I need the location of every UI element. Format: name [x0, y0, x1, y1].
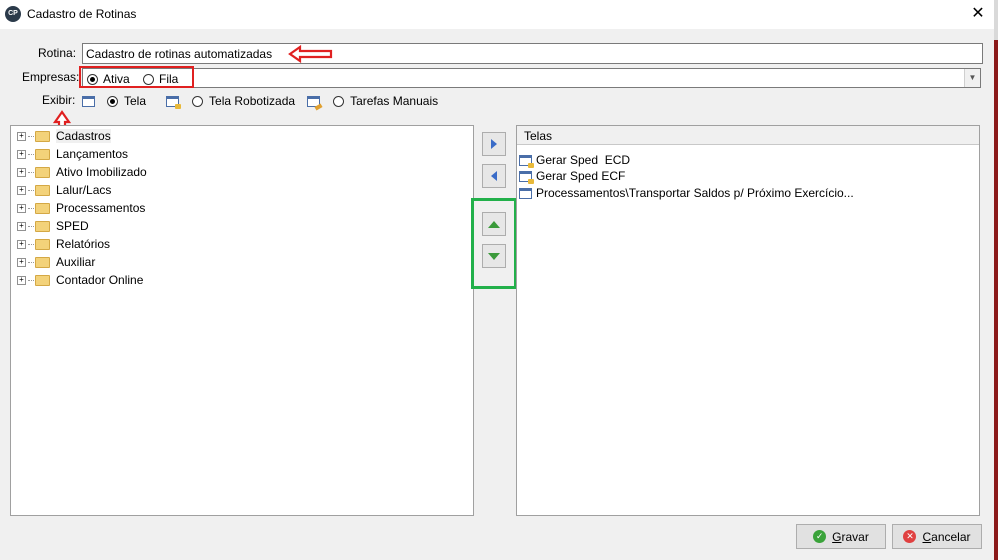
list-item[interactable]: Gerar Sped ECD — [519, 152, 630, 168]
checkmark-icon: ✓ — [813, 530, 827, 543]
tree-connector — [28, 261, 34, 263]
tree-item-label: SPED — [56, 219, 89, 233]
tree-item[interactable]: + Lalur/Lacs — [17, 181, 111, 199]
tree-item[interactable]: + Lançamentos — [17, 145, 128, 163]
folder-icon — [35, 130, 50, 142]
folder-icon — [35, 148, 50, 160]
cancel-mnemonic: C — [922, 529, 932, 544]
robot-window-icon — [519, 154, 534, 168]
tree-item-label: Auxiliar — [56, 255, 96, 269]
list-item-label: Gerar Sped ECF — [536, 169, 626, 183]
folder-icon — [35, 166, 50, 178]
expand-icon[interactable]: + — [17, 239, 26, 249]
remove-from-list-button[interactable] — [482, 164, 506, 188]
tree-connector — [28, 243, 34, 245]
save-rest: ravar — [841, 529, 869, 544]
tree-item-label: Lançamentos — [56, 147, 129, 161]
robot-window-icon — [519, 170, 534, 184]
tree-connector — [28, 135, 34, 137]
list-item[interactable]: Gerar Sped ECF — [519, 168, 625, 184]
cancel-icon: ✕ — [903, 530, 917, 543]
tree-item-label: Relatórios — [56, 237, 111, 251]
expand-icon[interactable]: + — [17, 167, 26, 177]
app-icon: CP — [5, 6, 21, 22]
close-button[interactable]: ✕ — [962, 0, 994, 29]
robot-window-icon — [166, 95, 182, 109]
radio-tela-label: Tela — [124, 94, 147, 108]
dropdown-chevron-icon[interactable]: ▼ — [964, 69, 980, 87]
rotina-input[interactable]: Cadastro de rotinas automatizadas — [82, 43, 983, 64]
expand-icon[interactable]: + — [17, 221, 26, 231]
folder-icon — [35, 220, 50, 232]
expand-icon[interactable]: + — [17, 149, 26, 159]
exibir-label: Exibir: — [42, 93, 76, 107]
expand-icon[interactable]: + — [17, 257, 26, 267]
cancel-button-label: Cancelar — [922, 530, 970, 544]
tree-item-label: Ativo Imobilizado — [56, 165, 147, 179]
radio-tela-button[interactable] — [107, 95, 118, 107]
save-button[interactable]: ✓ Gravar — [796, 524, 886, 549]
rotina-label: Rotina: — [38, 46, 77, 60]
expand-icon[interactable]: + — [17, 185, 26, 195]
folder-icon — [35, 238, 50, 250]
tree-item-label: Processamentos — [56, 201, 146, 215]
folder-icon — [35, 184, 50, 196]
list-header-label: Telas — [524, 129, 553, 143]
tree-connector — [28, 279, 34, 281]
cancel-rest: ancelar — [931, 529, 971, 544]
expand-icon[interactable]: + — [17, 203, 26, 213]
save-button-label: Gravar — [832, 530, 869, 544]
background-window-edge — [994, 40, 998, 560]
cancel-button[interactable]: ✕ Cancelar — [892, 524, 982, 549]
radio-tela-robotizada-button[interactable] — [192, 95, 204, 107]
tree-connector — [28, 225, 34, 227]
folder-icon — [35, 256, 50, 268]
tree-item-label: Lalur/Lacs — [56, 183, 112, 197]
arrow-right-icon — [491, 139, 497, 149]
tree-item[interactable]: + Relatórios — [17, 235, 110, 253]
annotation-green-box — [471, 198, 517, 289]
window-icon — [82, 95, 95, 107]
empresas-dropdown[interactable]: ▼ — [82, 68, 981, 88]
list-header[interactable]: Telas — [517, 126, 979, 145]
tree-item[interactable]: + Auxiliar — [17, 253, 95, 271]
list-item-label: Processamentos\Transportar Saldos p/ Pró… — [536, 186, 854, 200]
tree-item[interactable]: + Ativo Imobilizado — [17, 163, 147, 181]
radio-tela-robotizada-label: Tela Robotizada — [209, 94, 296, 108]
window-edge — [994, 0, 998, 40]
radio-tarefas-manuais-button[interactable] — [333, 95, 345, 107]
folder-icon — [35, 274, 50, 286]
menu-tree-panel[interactable]: + Cadastros + Lançamentos + Ativo Imobil… — [10, 125, 474, 516]
tree-item[interactable]: + Contador Online — [17, 271, 143, 289]
expand-icon[interactable]: + — [17, 131, 26, 141]
annotation-arrow-left-icon — [288, 45, 333, 63]
tree-item-label: Contador Online — [56, 273, 144, 287]
list-item[interactable]: Processamentos\Transportar Saldos p/ Pró… — [519, 185, 854, 201]
tree-item-label: Cadastros — [56, 129, 111, 143]
empresas-label: Empresas: — [22, 70, 80, 84]
add-to-list-button[interactable] — [482, 132, 506, 156]
tree-connector — [28, 153, 34, 155]
window-icon — [519, 187, 532, 199]
manual-task-icon — [307, 95, 321, 107]
title-bar — [0, 0, 998, 29]
arrow-left-icon — [491, 171, 497, 181]
folder-icon — [35, 202, 50, 214]
radio-tarefas-manuais-label: Tarefas Manuais — [350, 94, 439, 108]
tree-connector — [28, 189, 34, 191]
tree-item[interactable]: + Processamentos — [17, 199, 145, 217]
expand-icon[interactable]: + — [17, 275, 26, 285]
tree-item[interactable]: + SPED — [17, 217, 89, 235]
annotation-red-box — [79, 66, 194, 88]
list-item-label: Gerar Sped ECD — [536, 153, 631, 167]
tree-connector — [28, 171, 34, 173]
selected-screens-panel[interactable]: Telas Gerar Sped ECD Gerar Sped ECF Proc… — [516, 125, 980, 516]
tree-item[interactable]: + Cadastros — [17, 127, 111, 145]
save-mnemonic: G — [832, 529, 842, 544]
rotina-value: Cadastro de rotinas automatizadas — [86, 47, 273, 61]
window-title: Cadastro de Rotinas — [27, 7, 137, 21]
exibir-options: Tela Tela Robotizada Tarefas Manuais — [82, 94, 439, 109]
tree-connector — [28, 207, 34, 209]
